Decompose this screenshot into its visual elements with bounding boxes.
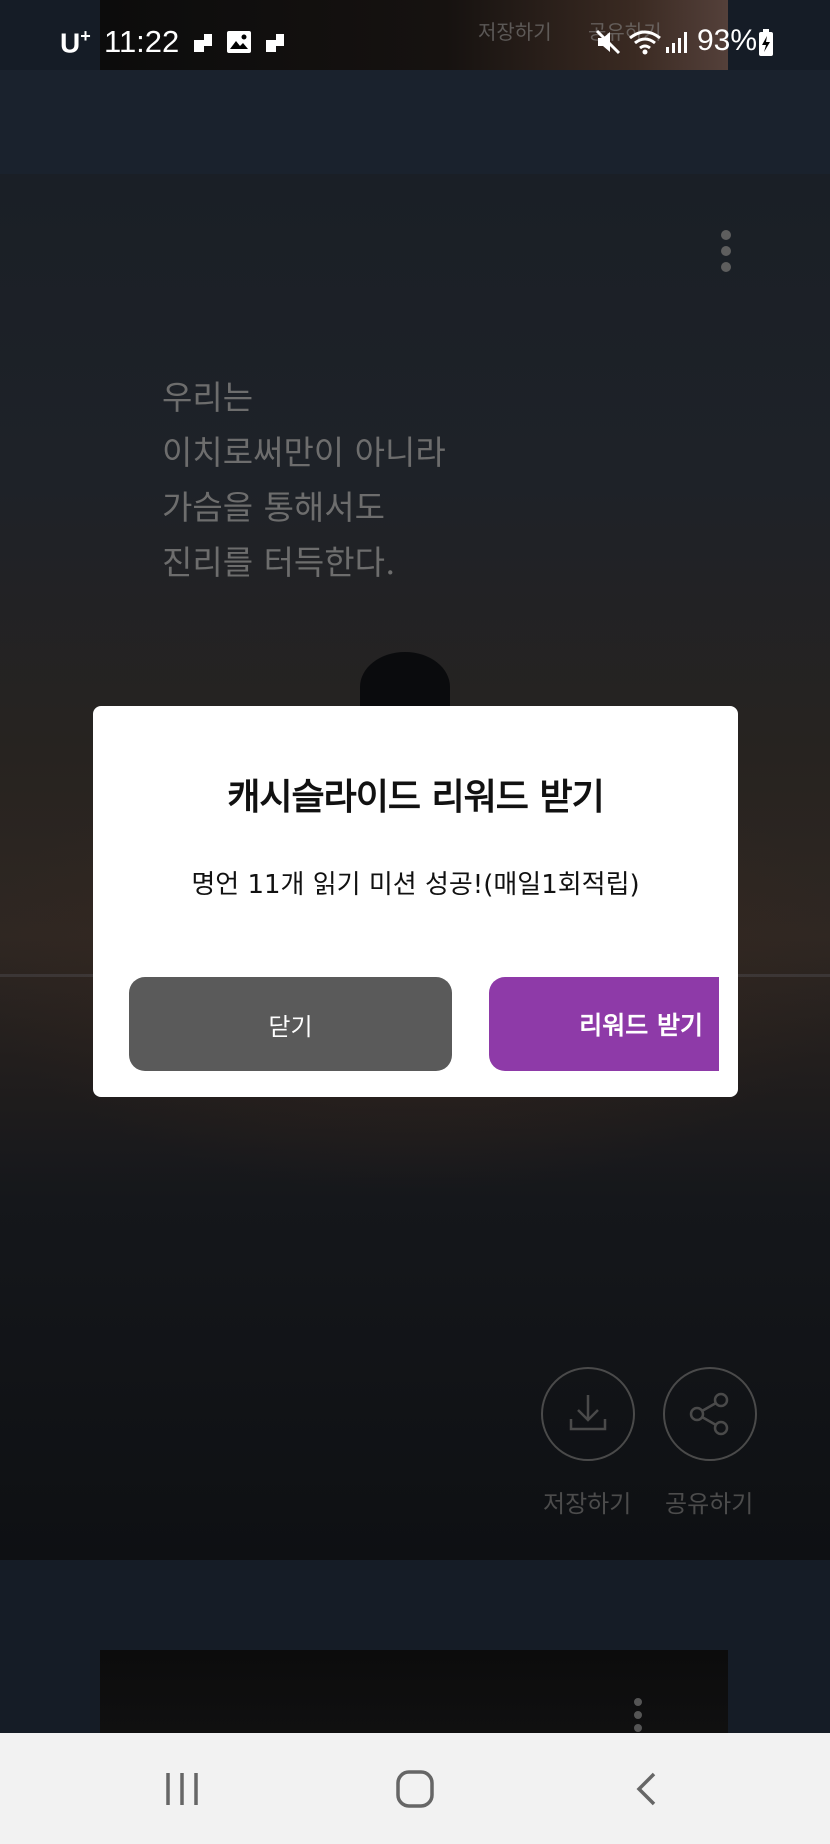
more-vert-icon[interactable] <box>634 1698 642 1737</box>
share-label[interactable]: 공유하기 <box>665 1484 753 1519</box>
home-icon[interactable] <box>395 1769 435 1809</box>
back-icon[interactable] <box>632 1771 660 1807</box>
download-icon <box>569 1395 607 1431</box>
card-separator <box>0 70 830 174</box>
quote-line: 진리를 터득한다. <box>162 543 396 582</box>
clock: 11:22 <box>104 24 180 59</box>
battery-percentage: 93% <box>697 24 758 57</box>
quote-line: 가슴을 통해서도 <box>162 488 386 527</box>
notification-icon <box>266 34 284 52</box>
gallery-icon <box>227 31 251 53</box>
signal-icon <box>666 32 687 53</box>
more-vert-icon[interactable] <box>721 230 731 278</box>
notification-icon <box>194 34 212 52</box>
carrier-label: U+ <box>60 26 91 59</box>
quote-text: 우리는 이치로써만이 아니라 가슴을 통해서도 진리를 터득한다. <box>162 370 446 590</box>
close-button[interactable]: 닫기 <box>129 977 452 1071</box>
wifi-icon <box>629 30 661 55</box>
battery-charging-icon <box>759 29 773 56</box>
dialog-message: 명언 11개 읽기 미션 성공!(매일1회적립) <box>191 870 640 900</box>
save-label[interactable]: 저장하기 <box>543 1484 631 1519</box>
save-button[interactable] <box>541 1367 635 1461</box>
reward-dialog: 캐시슬라이드 리워드 받기 명언 11개 읽기 미션 성공!(매일1회적립) 닫… <box>93 706 738 1097</box>
system-nav-bar <box>0 1733 830 1844</box>
recent-apps-icon[interactable] <box>164 1771 200 1807</box>
dialog-title: 캐시슬라이드 리워드 받기 <box>227 777 604 818</box>
claim-reward-button[interactable]: 리워드 받기 <box>489 977 719 1071</box>
status-bar: U+ 11:22 93% <box>0 0 830 84</box>
share-icon <box>689 1392 729 1436</box>
share-button[interactable] <box>663 1367 757 1461</box>
quote-line: 이치로써만이 아니라 <box>162 433 446 472</box>
quote-line: 우리는 <box>162 378 254 417</box>
mute-icon <box>595 29 621 55</box>
